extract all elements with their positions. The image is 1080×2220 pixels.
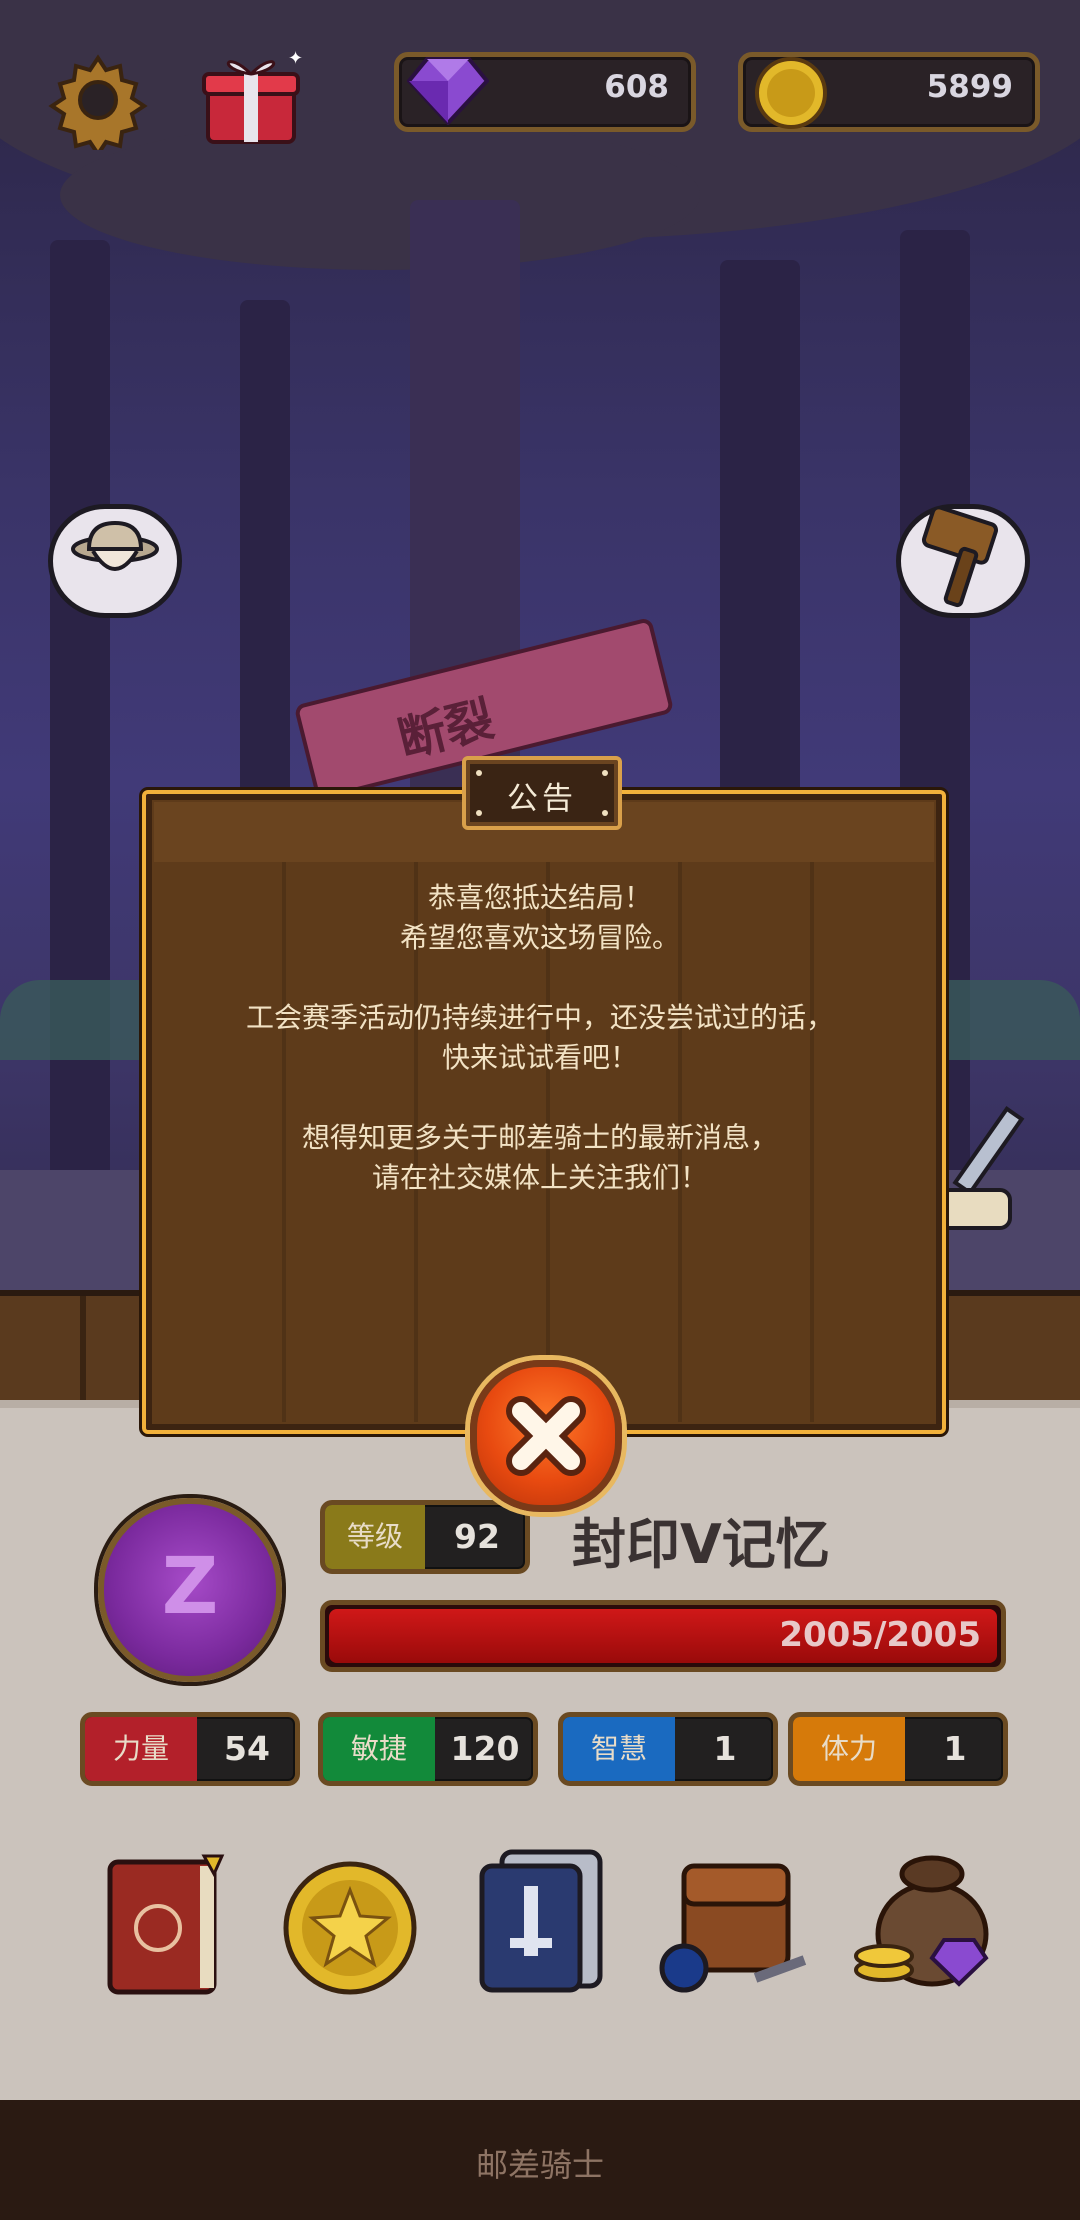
level-value: 92: [454, 1517, 500, 1556]
bag-icon[interactable]: [654, 1846, 814, 1996]
stat-wisdom[interactable]: 智慧 1: [558, 1712, 778, 1786]
footer-title: 邮差骑士: [475, 2146, 604, 2184]
message-paragraph: 想得知更多关于邮差骑士的最新消息， 请在社交媒体上关注我们！: [170, 1118, 910, 1198]
svg-text:✦: ✦: [288, 48, 303, 69]
book-icon[interactable]: [96, 1850, 236, 2000]
settings-gear-icon[interactable]: [48, 50, 148, 158]
sword-scroll-icon[interactable]: [930, 1100, 1040, 1250]
emblem-letter: Z: [161, 1542, 219, 1632]
card-deck-icon[interactable]: [470, 1846, 610, 1996]
stat-label: 敏捷: [323, 1717, 435, 1781]
stat-strength[interactable]: 力量 54: [80, 1712, 300, 1786]
coin-count: 5899: [926, 69, 1013, 105]
level-label: 等级: [325, 1505, 425, 1569]
stat-label: 智慧: [563, 1717, 675, 1781]
guild-emblem[interactable]: Z: [98, 1498, 282, 1682]
message-line: 想得知更多关于邮差骑士的最新消息，: [301, 1121, 778, 1154]
stat-value: 120: [450, 1729, 520, 1768]
close-button[interactable]: [470, 1360, 622, 1512]
gold-coin-icon: [755, 57, 827, 129]
dialog-title-plaque: 公告: [462, 756, 622, 830]
tree-canopy-lower: [60, 120, 700, 270]
stat-label: 体力: [793, 1717, 905, 1781]
message-line: 希望您喜欢这场冒险。: [399, 921, 680, 954]
message-paragraph: 工会赛季活动仍持续进行中，还没尝试过的话， 快来试试看吧！: [170, 998, 910, 1078]
stat-value: 54: [224, 1729, 270, 1768]
stat-stamina[interactable]: 体力 1: [788, 1712, 1008, 1786]
player-name: 封印V记忆: [572, 1513, 830, 1576]
explorer-hat-icon: [71, 520, 159, 571]
message-paragraph: 恭喜您抵达结局！ 希望您喜欢这场冒险。: [170, 878, 910, 958]
message-line: 工会赛季活动仍持续进行中，还没尝试过的话，: [245, 1001, 834, 1034]
stat-label: 力量: [85, 1717, 197, 1781]
purple-gem-icon: [407, 57, 489, 125]
hp-bar: 2005/2005: [320, 1600, 1006, 1672]
gift-icon[interactable]: ✦: [196, 44, 306, 148]
npc-hat-bubble[interactable]: [48, 504, 182, 618]
stat-value: 1: [713, 1729, 737, 1768]
message-line: 请在社交媒体上关注我们！: [371, 1161, 708, 1194]
coin-counter: 5899: [738, 52, 1040, 132]
gem-count: 608: [604, 69, 669, 105]
loot-sack-icon[interactable]: [848, 1846, 998, 1996]
hammer-icon: [921, 505, 999, 608]
stat-value: 1: [943, 1729, 967, 1768]
message-line: 恭喜您抵达结局！: [427, 881, 652, 914]
hp-text: 2005/2005: [779, 1615, 981, 1655]
star-coin-icon[interactable]: [280, 1850, 420, 2000]
stat-agility[interactable]: 敏捷 120: [318, 1712, 538, 1786]
level-badge: 等级 92: [320, 1500, 530, 1574]
build-hammer-bubble[interactable]: [896, 504, 1030, 618]
dialog-title: 公告: [507, 781, 577, 817]
close-icon: [506, 1396, 586, 1476]
dialog-message: 恭喜您抵达结局！ 希望您喜欢这场冒险。 工会赛季活动仍持续进行中，还没尝试过的话…: [170, 878, 910, 1238]
gem-counter: 608: [394, 52, 696, 132]
message-line: 快来试试看吧！: [441, 1041, 638, 1074]
